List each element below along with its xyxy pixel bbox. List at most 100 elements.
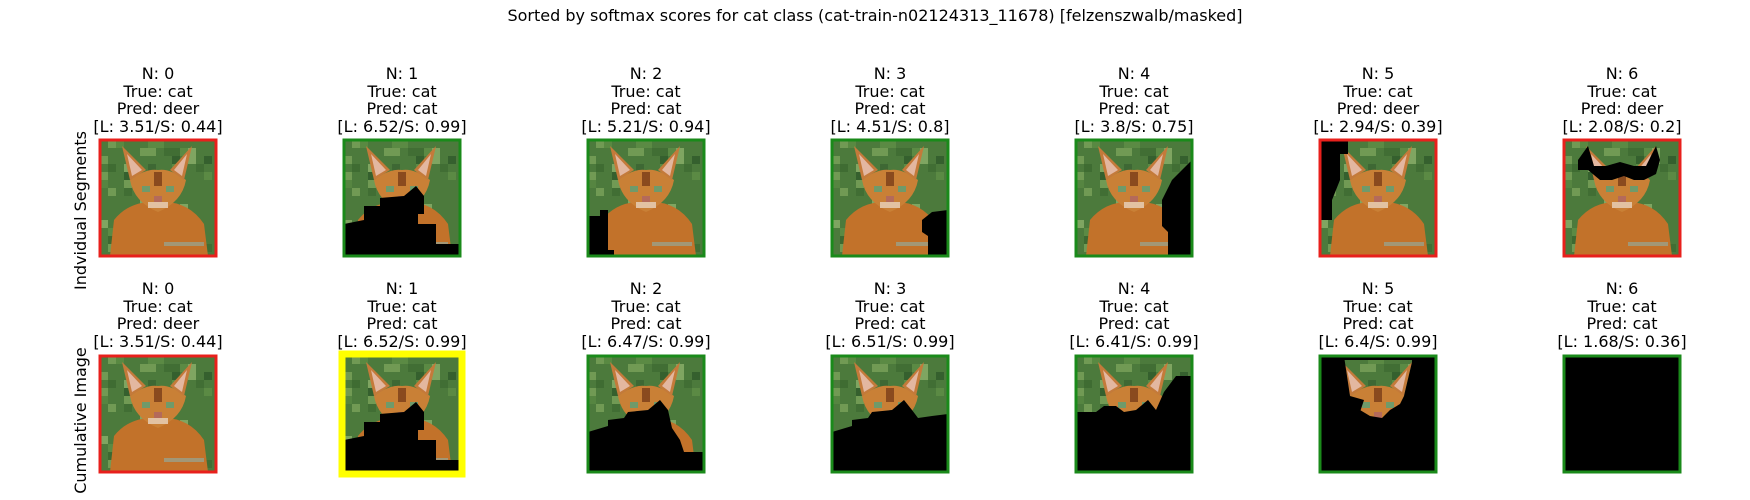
cat-eye-left [1362,186,1370,192]
cell-caption-n: N: 6 [1605,64,1639,83]
cat-eye-left [142,186,150,192]
segment-tile [830,138,950,258]
cell-caption-pred: Pred: cat [854,314,926,333]
cat-eye-left [874,186,882,192]
cell-caption-pred: Pred: cat [1098,99,1170,118]
cell-caption-n: N: 6 [1605,279,1639,298]
cell-caption: N: 2 True: cat Pred: cat [L: 5.21/S: 0.94] [526,65,766,135]
cell-caption-n: N: 1 [385,64,419,83]
segment-tile [586,354,706,474]
cat-eye-left [1362,402,1370,408]
segment-tile [586,138,706,258]
cat-eye-left [1118,402,1126,408]
cell-caption: N: 6 True: cat Pred: cat [L: 1.68/S: 0.36] [1502,280,1742,350]
cell-caption-true: True: cat [367,81,437,101]
cell-caption: N: 0 True: cat Pred: deer [L: 3.51/S: 0.44] [38,280,278,350]
cell-caption: N: 4 True: cat Pred: cat [L: 3.8/S: 0.75] [1014,65,1254,135]
cell-caption-pred: Pred: cat [610,99,682,118]
cell-caption: N: 2 True: cat Pred: cat [L: 6.47/S: 0.99] [526,280,766,350]
cell-caption-true: True: cat [611,296,681,316]
segment-tile [1562,354,1682,474]
cell-caption-ls: [L: 6.4/S: 0.99] [1318,331,1438,351]
cell-caption-pred: Pred: cat [1098,314,1170,333]
cell-caption-true: True: cat [1343,296,1413,316]
cell-caption-true: True: cat [1587,81,1657,101]
cell-caption: N: 0 True: cat Pred: deer [L: 3.51/S: 0.44] [38,65,278,135]
cat-eye-left [142,402,150,408]
cell-caption-true: True: cat [1343,81,1413,101]
cell-caption-true: True: cat [855,296,925,316]
cell-caption-ls: [L: 6.51/S: 0.99] [825,331,955,351]
segment-tile [1562,138,1682,258]
cell-caption-ls: [L: 6.52/S: 0.99] [337,116,467,136]
segment-tile [1318,354,1438,474]
cell-caption-true: True: cat [855,81,925,101]
cell-caption-ls: [L: 2.94/S: 0.39] [1313,116,1443,136]
cell-caption-pred: Pred: cat [610,314,682,333]
cat-eye-left [386,186,394,192]
black-mask [1564,356,1680,472]
cell-caption-n: N: 3 [873,279,907,298]
cell-caption: N: 1 True: cat Pred: cat [L: 6.52/S: 0.99] [282,65,522,135]
cell-caption-n: N: 2 [629,279,663,298]
cell-caption-pred: Pred: cat [1342,314,1414,333]
segment-tile [98,138,218,258]
cell-caption: N: 5 True: cat Pred: deer [L: 2.94/S: 0.39] [1258,65,1498,135]
cat-eye-right [898,186,906,192]
cell-caption-pred: Pred: cat [366,99,438,118]
cell-caption-pred: Pred: deer [1580,99,1664,118]
cell-caption-n: N: 4 [1117,64,1151,83]
cat-eye-right [1386,402,1394,408]
cat-eye-right [1630,186,1638,192]
cell-caption-pred: Pred: deer [1336,99,1420,118]
segment-tile [98,354,218,474]
segment-tile [830,354,950,474]
cell-caption-true: True: cat [123,81,193,101]
cell-caption-ls: [L: 2.08/S: 0.2] [1562,116,1682,136]
cell-caption-n: N: 1 [385,279,419,298]
cell-caption: N: 3 True: cat Pred: cat [L: 4.51/S: 0.8] [770,65,1010,135]
cat-eye-right [166,402,174,408]
cell-caption-ls: [L: 3.8/S: 0.75] [1074,116,1194,136]
cell-caption-ls: [L: 4.51/S: 0.8] [830,116,950,136]
segment-tile [1074,354,1194,474]
cat-eye-right [654,186,662,192]
row-label: Cumulative Image [70,346,90,494]
cat-eye-left [630,402,638,408]
segment-tile [1074,138,1194,258]
cell-caption-n: N: 5 [1361,64,1395,83]
cell-caption-n: N: 5 [1361,279,1395,298]
cell-caption-pred: Pred: cat [854,99,926,118]
cell-caption: N: 3 True: cat Pred: cat [L: 6.51/S: 0.99] [770,280,1010,350]
cell-caption-ls: [L: 6.52/S: 0.99] [337,331,467,351]
cell-caption-ls: [L: 5.21/S: 0.94] [581,116,711,136]
cell-caption: N: 1 True: cat Pred: cat [L: 6.52/S: 0.99] [282,280,522,350]
cell-caption-n: N: 0 [141,64,175,83]
segment-tile [338,350,466,478]
cell-caption-n: N: 4 [1117,279,1151,298]
cell-caption-pred: Pred: deer [116,314,200,333]
cell-caption-n: N: 3 [873,64,907,83]
cat-eye-right [1386,186,1394,192]
cell-caption: N: 6 True: cat Pred: deer [L: 2.08/S: 0.2] [1502,65,1742,135]
cell-caption-pred: Pred: cat [366,314,438,333]
cat-eye-right [166,186,174,192]
cell-caption: N: 4 True: cat Pred: cat [L: 6.41/S: 0.99] [1014,280,1254,350]
segment-tile [1318,138,1438,258]
cell-caption-pred: Pred: deer [116,99,200,118]
cell-caption: N: 5 True: cat Pred: cat [L: 6.4/S: 0.99] [1258,280,1498,350]
cat-eye-left [386,402,394,408]
cat-eye-right [1142,186,1150,192]
cat-eye-left [630,186,638,192]
segment-tile [342,138,462,258]
cell-caption-ls: [L: 6.47/S: 0.99] [581,331,711,351]
cell-caption-true: True: cat [1099,296,1169,316]
cell-caption-true: True: cat [367,296,437,316]
cell-caption-true: True: cat [123,296,193,316]
cell-caption-true: True: cat [1099,81,1169,101]
cell-caption-ls: [L: 6.41/S: 0.99] [1069,331,1199,351]
cell-caption-true: True: cat [611,81,681,101]
cell-caption-true: True: cat [1587,296,1657,316]
cat-eye-left [1606,186,1614,192]
cat-eye-left [874,402,882,408]
